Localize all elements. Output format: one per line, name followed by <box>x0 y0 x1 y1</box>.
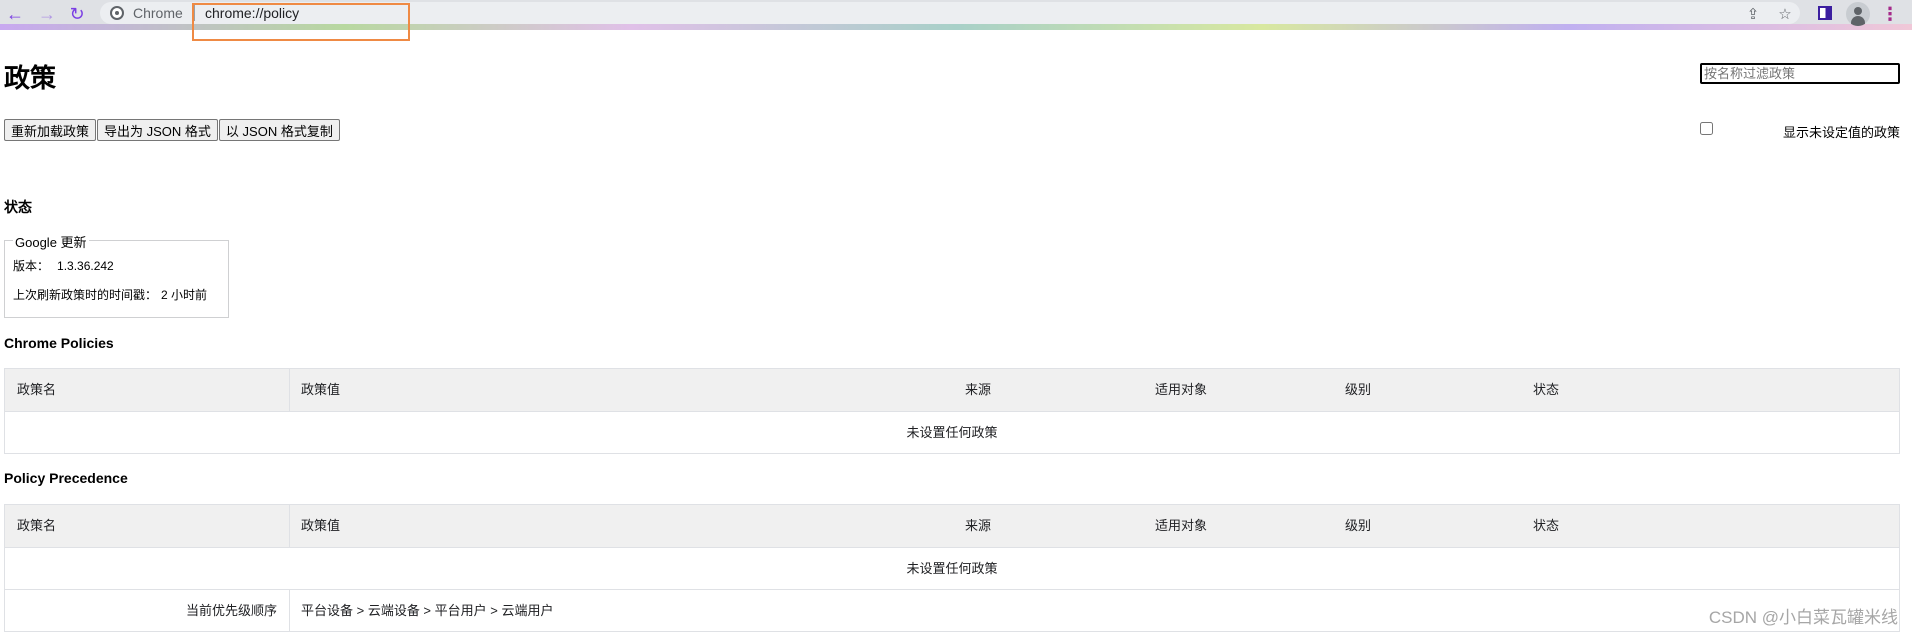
no-policies-message: 未设置任何政策 <box>906 425 998 440</box>
reload-icon: ↻ <box>69 3 85 24</box>
policy-precedence-heading: Policy Precedence <box>4 470 128 486</box>
reload-policies-button[interactable]: 重新加载政策 <box>4 119 97 141</box>
show-unset-checkbox[interactable] <box>1700 122 1713 135</box>
chrome-policies-heading: Chrome Policies <box>4 335 114 351</box>
bookmark-star-icon[interactable]: ☆ <box>1775 4 1795 24</box>
csdn-watermark: CSDN @小白菜瓦罐米线 <box>1708 608 1898 627</box>
address-bar[interactable] <box>100 2 1800 24</box>
table-row: 未设置任何政策 <box>5 411 1899 453</box>
site-label: Chrome <box>133 5 183 21</box>
status-box-legend: Google 更新 <box>13 232 89 251</box>
action-buttons: 重新加载政策 导出为 JSON 格式 以 JSON 格式复制 <box>4 119 340 141</box>
version-value: 1.3.36.242 <box>57 259 114 273</box>
show-unset-toggle: 显示未设定值的政策 <box>1700 122 1900 141</box>
column-header-name: 政策名 <box>17 382 57 397</box>
column-header-scope: 适用对象 <box>1155 518 1208 533</box>
show-unset-label[interactable]: 显示未设定值的政策 <box>1783 122 1900 141</box>
last-refresh-value: 2 小时前 <box>161 288 208 302</box>
column-header-status: 状态 <box>1533 518 1560 533</box>
side-panel-icon[interactable] <box>1818 6 1832 20</box>
column-header-level: 级别 <box>1345 518 1372 533</box>
page-title: 政策 <box>4 63 57 93</box>
reload-button[interactable]: ↻ <box>66 3 88 25</box>
last-refresh-row: 上次刷新政策时的时间戳： 2 小时前 <box>13 286 207 303</box>
chrome-policies-table: 政策名 政策值 来源 适用对象 级别 状态 未设置任何政策 <box>4 368 1900 454</box>
precedence-order-label: 当前优先级顺序 <box>185 603 277 618</box>
table-row: 当前优先级顺序 平台设备 > 云端设备 > 平台用户 > 云端用户 <box>5 589 1899 632</box>
column-divider <box>289 505 290 547</box>
forward-arrow-icon: → <box>38 3 56 24</box>
profile-avatar-icon[interactable] <box>1846 2 1870 26</box>
policy-precedence-table: 政策名 政策值 来源 适用对象 级别 状态 未设置任何政策 当前优先级顺序 平台… <box>4 504 1900 632</box>
column-header-level: 级别 <box>1345 382 1372 397</box>
url-text[interactable]: chrome://policy <box>205 5 299 21</box>
policy-filter-input[interactable] <box>1700 63 1900 84</box>
status-heading: 状态 <box>4 199 32 215</box>
last-refresh-label: 上次刷新政策时的时间戳： <box>13 288 158 302</box>
column-header-value: 政策值 <box>301 518 341 533</box>
column-header-status: 状态 <box>1533 382 1560 397</box>
column-header-name: 政策名 <box>17 518 57 533</box>
no-policies-message: 未设置任何政策 <box>906 561 998 576</box>
export-json-button[interactable]: 导出为 JSON 格式 <box>97 119 218 141</box>
browser-theme-strip <box>0 24 1912 30</box>
table-header-row: 政策名 政策值 来源 适用对象 级别 状态 <box>5 505 1899 547</box>
share-icon[interactable]: ⇪ <box>1743 4 1763 24</box>
version-row: 版本： 1.3.36.242 <box>13 257 114 274</box>
column-divider <box>289 369 290 411</box>
column-header-scope: 适用对象 <box>1155 382 1208 397</box>
version-label: 版本： <box>13 259 50 273</box>
forward-button[interactable]: → <box>36 3 58 25</box>
precedence-order-value: 平台设备 > 云端设备 > 平台用户 > 云端用户 <box>301 603 554 618</box>
column-header-value: 政策值 <box>301 382 341 397</box>
kebab-menu-icon[interactable]: ⋮ <box>1881 3 1899 25</box>
copy-json-button[interactable]: 以 JSON 格式复制 <box>218 119 340 141</box>
column-header-source: 来源 <box>965 382 992 397</box>
omnibox-divider <box>194 5 195 21</box>
table-header-row: 政策名 政策值 来源 适用对象 级别 状态 <box>5 369 1899 411</box>
table-row: 未设置任何政策 <box>5 547 1899 589</box>
column-header-source: 来源 <box>965 518 992 533</box>
chrome-logo-icon <box>110 6 124 20</box>
google-update-status-box: Google 更新 版本： 1.3.36.242 上次刷新政策时的时间戳： 2 小时… <box>4 232 229 318</box>
back-arrow-icon: ← <box>6 3 24 24</box>
back-button[interactable]: ← <box>4 3 26 25</box>
column-divider <box>289 590 290 632</box>
